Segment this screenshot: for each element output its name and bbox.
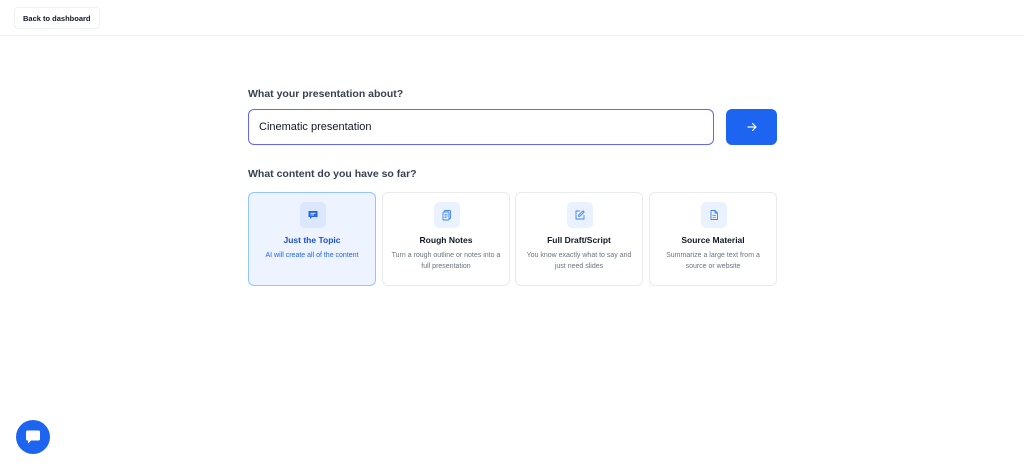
option-description: AI will create all of the content xyxy=(265,252,359,259)
option-title: Full Draft/Script xyxy=(547,235,611,245)
chat-icon xyxy=(26,430,40,444)
option-description: You know exactly what to say and just ne… xyxy=(526,252,632,270)
option-title: Source Material xyxy=(681,235,745,245)
notes-icon xyxy=(434,202,460,228)
option-description: Summarize a large text from a source or … xyxy=(666,252,760,270)
document-icon xyxy=(701,202,727,228)
option-card-full-draft-script[interactable]: Full Draft/Script You know exactly what … xyxy=(515,192,643,286)
arrow-right-icon xyxy=(746,122,757,132)
topic-question: What your presentation about? xyxy=(248,88,404,100)
chat-bubble-icon xyxy=(300,202,326,228)
option-title: Rough Notes xyxy=(419,235,473,245)
option-card-just-the-topic[interactable]: Just the Topic AI will create all of the… xyxy=(248,192,376,286)
option-card-source-material[interactable]: Source Material Summarize a large text f… xyxy=(649,192,777,286)
content-question: What content do you have so far? xyxy=(248,168,417,180)
option-card-rough-notes[interactable]: Rough Notes Turn a rough outline or note… xyxy=(382,192,510,286)
option-title: Just the Topic xyxy=(283,235,341,245)
submit-topic-button[interactable] xyxy=(726,109,777,145)
edit-icon xyxy=(567,202,593,228)
chat-widget-button[interactable] xyxy=(16,420,50,454)
back-to-dashboard-button[interactable]: Back to dashboard xyxy=(14,7,100,29)
option-description: Turn a rough outline or notes into a ful… xyxy=(391,252,501,270)
top-bar: Back to dashboard xyxy=(0,0,1024,36)
topic-input[interactable] xyxy=(248,109,714,145)
